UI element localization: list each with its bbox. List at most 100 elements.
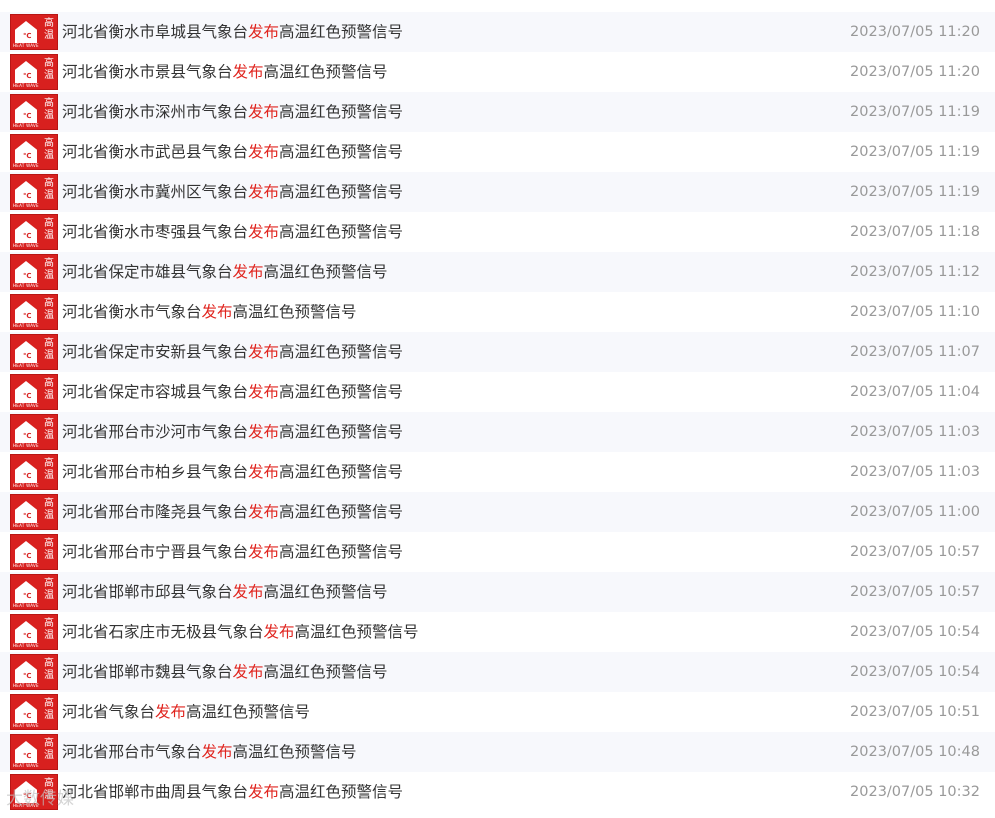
warning-title-link[interactable]: 河北省保定市容城县气象台发布高温红色预警信号: [62, 382, 403, 402]
icon-text-high: 高: [44, 18, 54, 29]
icon-text-high: 高: [44, 418, 54, 429]
warning-title-link[interactable]: 河北省保定市雄县气象台发布高温红色预警信号: [62, 262, 388, 282]
icon-caption: HEAT WAVE: [13, 363, 39, 368]
list-item[interactable]: ℃ 高温 HEAT WAVE 河北省衡水市深州市气象台发布高温红色预警信号 2023/0…: [0, 92, 995, 132]
list-item[interactable]: ℃ 高温 HEAT WAVE 河北省衡水市景县气象台发布高温红色预警信号 2023/07…: [0, 52, 995, 92]
title-prefix: 河北省邢台市柏乡县气象台: [62, 463, 249, 481]
warning-title-link[interactable]: 河北省衡水市深州市气象台发布高温红色预警信号: [62, 102, 403, 122]
list-item[interactable]: ℃ 高温 HEAT WAVE 河北省保定市安新县气象台发布高温红色预警信号 2023/0…: [0, 332, 995, 372]
warning-title-link[interactable]: 河北省衡水市阜城县气象台发布高温红色预警信号: [62, 22, 403, 42]
degree-icon: ℃: [23, 472, 32, 480]
icon-text-temp: 温: [44, 150, 54, 161]
title-suffix: 高温红色预警信号: [186, 703, 311, 721]
list-item[interactable]: ℃ 高温 HEAT WAVE 河北省邯郸市曲周县气象台发布高温红色预警信号 2023/0…: [0, 772, 995, 812]
icon-text-temp: 温: [44, 710, 54, 721]
icon-caption: HEAT WAVE: [13, 403, 39, 408]
list-item[interactable]: ℃ 高温 HEAT WAVE 河北省衡水市气象台发布高温红色预警信号 2023/07/0…: [0, 292, 995, 332]
icon-caption: HEAT WAVE: [13, 203, 39, 208]
warning-title-link[interactable]: 河北省气象台发布高温红色预警信号: [62, 702, 310, 722]
warning-title-link[interactable]: 河北省石家庄市无极县气象台发布高温红色预警信号: [62, 622, 419, 642]
icon-caption: HEAT WAVE: [13, 43, 39, 48]
timestamp: 2023/07/05 11:10: [850, 304, 980, 320]
degree-icon: ℃: [23, 32, 32, 40]
warning-title-link[interactable]: 河北省邢台市隆尧县气象台发布高温红色预警信号: [62, 502, 403, 522]
title-action-highlight: 发布: [232, 663, 264, 681]
list-item[interactable]: ℃ 高温 HEAT WAVE 河北省邢台市柏乡县气象台发布高温红色预警信号 2023/0…: [0, 452, 995, 492]
warning-title-link[interactable]: 河北省邯郸市魏县气象台发布高温红色预警信号: [62, 662, 388, 682]
title-action-highlight: 发布: [248, 783, 280, 801]
list-item[interactable]: ℃ 高温 HEAT WAVE 河北省保定市容城县气象台发布高温红色预警信号 2023/0…: [0, 372, 995, 412]
title-suffix: 高温红色预警信号: [263, 583, 388, 601]
icon-caption: HEAT WAVE: [13, 243, 39, 248]
warning-title-link[interactable]: 河北省保定市安新县气象台发布高温红色预警信号: [62, 342, 403, 362]
list-item[interactable]: ℃ 高温 HEAT WAVE 河北省邢台市宁晋县气象台发布高温红色预警信号 2023/0…: [0, 532, 995, 572]
warning-title-link[interactable]: 河北省衡水市气象台发布高温红色预警信号: [62, 302, 357, 322]
warning-title-link[interactable]: 河北省衡水市冀州区气象台发布高温红色预警信号: [62, 182, 403, 202]
list-item[interactable]: ℃ 高温 HEAT WAVE 河北省气象台发布高温红色预警信号 2023/07/05 1…: [0, 692, 995, 732]
heat-warning-icon: ℃ 高温 HEAT WAVE: [10, 214, 58, 250]
warning-list: ℃ 高温 HEAT WAVE 河北省衡水市阜城县气象台发布高温红色预警信号 2023/0…: [0, 12, 995, 812]
title-action-highlight: 发布: [248, 143, 280, 161]
title-action-highlight: 发布: [201, 303, 233, 321]
title-prefix: 河北省邯郸市邱县气象台: [62, 583, 233, 601]
title-prefix: 河北省气象台: [62, 703, 156, 721]
title-prefix: 河北省衡水市武邑县气象台: [62, 143, 249, 161]
list-item[interactable]: ℃ 高温 HEAT WAVE 河北省衡水市冀州区气象台发布高温红色预警信号 2023/0…: [0, 172, 995, 212]
list-item[interactable]: ℃ 高温 HEAT WAVE 河北省邯郸市邱县气象台发布高温红色预警信号 2023/07…: [0, 572, 995, 612]
list-item[interactable]: ℃ 高温 HEAT WAVE 河北省保定市雄县气象台发布高温红色预警信号 2023/07…: [0, 252, 995, 292]
title-action-highlight: 发布: [155, 703, 187, 721]
warning-title-link[interactable]: 河北省邢台市柏乡县气象台发布高温红色预警信号: [62, 462, 403, 482]
heat-warning-icon: ℃ 高温 HEAT WAVE: [10, 614, 58, 650]
icon-text-temp: 温: [44, 110, 54, 121]
list-item[interactable]: ℃ 高温 HEAT WAVE 河北省衡水市阜城县气象台发布高温红色预警信号 2023/0…: [0, 12, 995, 52]
degree-icon: ℃: [23, 552, 32, 560]
timestamp: 2023/07/05 11:20: [850, 64, 980, 80]
title-prefix: 河北省保定市容城县气象台: [62, 383, 249, 401]
degree-icon: ℃: [23, 672, 32, 680]
title-suffix: 高温红色预警信号: [232, 303, 357, 321]
title-action-highlight: 发布: [248, 463, 280, 481]
icon-text-temp: 温: [44, 350, 54, 361]
icon-text-temp: 温: [44, 430, 54, 441]
icon-text-high: 高: [44, 58, 54, 69]
degree-icon: ℃: [23, 392, 32, 400]
title-prefix: 河北省衡水市深州市气象台: [62, 103, 249, 121]
icon-caption: HEAT WAVE: [13, 443, 39, 448]
list-item[interactable]: ℃ 高温 HEAT WAVE 河北省邢台市气象台发布高温红色预警信号 2023/07/0…: [0, 732, 995, 772]
heat-warning-icon: ℃ 高温 HEAT WAVE: [10, 54, 58, 90]
icon-caption: HEAT WAVE: [13, 163, 39, 168]
list-item[interactable]: ℃ 高温 HEAT WAVE 河北省衡水市武邑县气象台发布高温红色预警信号 2023/0…: [0, 132, 995, 172]
icon-text-temp: 温: [44, 750, 54, 761]
warning-title-link[interactable]: 河北省邢台市气象台发布高温红色预警信号: [62, 742, 357, 762]
title-prefix: 河北省衡水市冀州区气象台: [62, 183, 249, 201]
list-item[interactable]: ℃ 高温 HEAT WAVE 河北省邢台市隆尧县气象台发布高温红色预警信号 2023/0…: [0, 492, 995, 532]
icon-text-high: 高: [44, 538, 54, 549]
warning-title-link[interactable]: 河北省衡水市枣强县气象台发布高温红色预警信号: [62, 222, 403, 242]
warning-title-link[interactable]: 河北省邢台市沙河市气象台发布高温红色预警信号: [62, 422, 403, 442]
icon-text-temp: 温: [44, 670, 54, 681]
list-item[interactable]: ℃ 高温 HEAT WAVE 河北省石家庄市无极县气象台发布高温红色预警信号 2023/…: [0, 612, 995, 652]
timestamp: 2023/07/05 10:54: [850, 624, 980, 640]
warning-title-link[interactable]: 河北省衡水市武邑县气象台发布高温红色预警信号: [62, 142, 403, 162]
heat-warning-icon: ℃ 高温 HEAT WAVE: [10, 734, 58, 770]
timestamp: 2023/07/05 10:57: [850, 584, 980, 600]
heat-warning-icon: ℃ 高温 HEAT WAVE: [10, 94, 58, 130]
icon-text-high: 高: [44, 698, 54, 709]
degree-icon: ℃: [23, 232, 32, 240]
degree-icon: ℃: [23, 432, 32, 440]
title-action-highlight: 发布: [201, 743, 233, 761]
warning-title-link[interactable]: 河北省邢台市宁晋县气象台发布高温红色预警信号: [62, 542, 403, 562]
warning-title-link[interactable]: 河北省邯郸市曲周县气象台发布高温红色预警信号: [62, 782, 403, 802]
list-item[interactable]: ℃ 高温 HEAT WAVE 河北省衡水市枣强县气象台发布高温红色预警信号 2023/0…: [0, 212, 995, 252]
icon-text-temp: 温: [44, 30, 54, 41]
warning-title-link[interactable]: 河北省衡水市景县气象台发布高温红色预警信号: [62, 62, 388, 82]
icon-text-temp: 温: [44, 230, 54, 241]
title-action-highlight: 发布: [248, 543, 280, 561]
timestamp: 2023/07/05 11:20: [850, 24, 980, 40]
list-item[interactable]: ℃ 高温 HEAT WAVE 河北省邯郸市魏县气象台发布高温红色预警信号 2023/07…: [0, 652, 995, 692]
warning-title-link[interactable]: 河北省邯郸市邱县气象台发布高温红色预警信号: [62, 582, 388, 602]
title-prefix: 河北省保定市雄县气象台: [62, 263, 233, 281]
list-item[interactable]: ℃ 高温 HEAT WAVE 河北省邢台市沙河市气象台发布高温红色预警信号 2023/0…: [0, 412, 995, 452]
degree-icon: ℃: [23, 272, 32, 280]
icon-text-high: 高: [44, 618, 54, 629]
